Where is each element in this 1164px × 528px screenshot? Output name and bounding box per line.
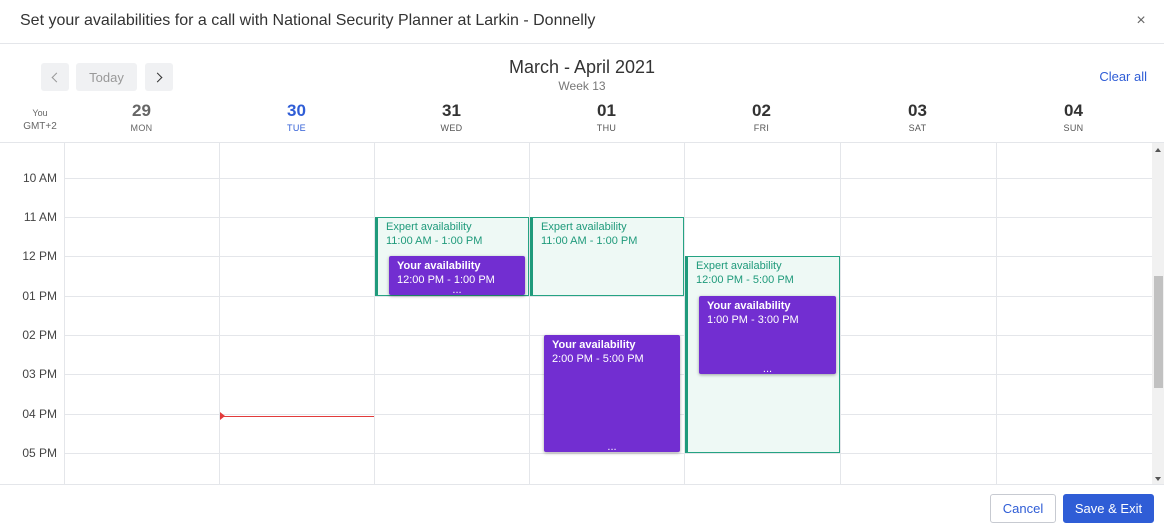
hour-label: 04 PM <box>22 407 57 421</box>
event-title: Expert availability <box>541 221 627 233</box>
day-name: SAT <box>908 123 927 133</box>
day-name: SUN <box>1063 123 1084 133</box>
event-time: 2:00 PM - 5:00 PM <box>552 353 644 365</box>
current-time-line <box>220 416 374 417</box>
hour-label: 12 PM <box>22 249 57 263</box>
day-column-line <box>64 143 65 484</box>
hour-line <box>64 296 1152 297</box>
close-icon[interactable]: × <box>1134 12 1148 30</box>
clear-all-link[interactable]: Clear all <box>1099 69 1147 84</box>
scroll-down-arrow-icon[interactable] <box>1155 477 1161 481</box>
hour-label: 11 AM <box>23 210 57 224</box>
expert-availability-thu[interactable]: Expert availability 11:00 AM - 1:00 PM <box>530 217 684 296</box>
modal-title: Set your availabilities for a call with … <box>20 12 596 29</box>
timezone-offset-label: GMT+2 <box>23 121 57 132</box>
day-column-line <box>996 143 997 484</box>
hour-label: 05 PM <box>22 446 57 460</box>
day-column-line <box>529 143 530 484</box>
day-header-tue: 30 TUE <box>219 101 374 133</box>
hour-label: 02 PM <box>22 328 57 342</box>
day-name: MON <box>130 123 153 133</box>
event-time: 12:00 PM - 5:00 PM <box>696 274 794 286</box>
day-number: 02 <box>752 101 771 120</box>
day-name: THU <box>596 123 617 133</box>
day-number: 31 <box>442 101 461 120</box>
day-number: 29 <box>132 101 151 120</box>
day-name: WED <box>440 123 463 133</box>
hour-line <box>64 178 1152 179</box>
event-title: Your availability <box>552 339 636 351</box>
day-header-fri: 02 FRI <box>684 101 839 133</box>
event-title: Expert availability <box>386 221 472 233</box>
day-header-sun: 04 SUN <box>996 101 1151 133</box>
event-title: Your availability <box>707 300 791 312</box>
day-number: 30 <box>287 101 306 120</box>
save-and-exit-button[interactable]: Save & Exit <box>1063 494 1154 523</box>
event-time: 1:00 PM - 3:00 PM <box>707 314 799 326</box>
event-title: Your availability <box>397 260 481 272</box>
your-availability-thu[interactable]: Your availability 2:00 PM - 5:00 PM ... <box>544 335 680 453</box>
event-time: 11:00 AM - 1:00 PM <box>386 235 483 247</box>
day-name: FRI <box>753 123 770 133</box>
your-availability-wed[interactable]: Your availability 12:00 PM - 1:00 PM ... <box>389 256 525 296</box>
modal-header: Set your availabilities for a call with … <box>0 0 1164 44</box>
day-column-line <box>219 143 220 484</box>
resize-handle-icon[interactable]: ... <box>389 285 525 296</box>
resize-handle-icon[interactable]: ... <box>544 442 680 453</box>
scrollbar-thumb[interactable] <box>1154 276 1163 388</box>
hour-label: 03 PM <box>22 367 57 381</box>
day-column-line <box>840 143 841 484</box>
period-title: March - April 2021 <box>508 57 656 77</box>
event-time: 11:00 AM - 1:00 PM <box>541 235 638 247</box>
day-name: TUE <box>287 123 306 133</box>
day-number: 03 <box>908 101 927 120</box>
event-title: Expert availability <box>696 260 782 272</box>
day-header-thu: 01 THU <box>529 101 684 133</box>
day-header-mon: 29 MON <box>64 101 219 133</box>
hour-line <box>64 453 1152 454</box>
cancel-button[interactable]: Cancel <box>990 494 1056 523</box>
day-number: 04 <box>1064 101 1083 120</box>
hour-label: 10 AM <box>22 171 57 185</box>
vertical-scrollbar[interactable] <box>1152 143 1164 484</box>
timezone-you-label: You <box>32 108 48 118</box>
week-label: Week 13 <box>558 79 606 93</box>
scroll-up-arrow-icon[interactable] <box>1155 148 1161 152</box>
calendar-grid[interactable]: 10 AM 11 AM 12 PM 01 PM 02 PM 03 PM 04 P… <box>0 142 1164 485</box>
day-header-sat: 03 SAT <box>840 101 995 133</box>
hour-label: 01 PM <box>22 289 57 303</box>
day-header-wed: 31 WED <box>374 101 529 133</box>
resize-handle-icon[interactable]: ... <box>699 364 836 375</box>
your-availability-fri[interactable]: Your availability 1:00 PM - 3:00 PM ... <box>699 296 836 375</box>
day-column-line <box>374 143 375 484</box>
day-number: 01 <box>597 101 616 120</box>
